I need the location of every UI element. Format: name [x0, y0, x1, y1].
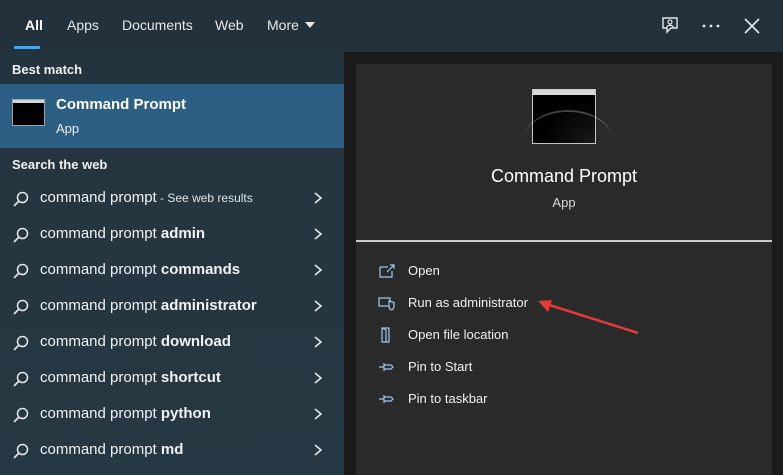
- result-query-base: command prompt: [40, 297, 161, 314]
- best-match-title: Command Prompt: [56, 96, 187, 113]
- search-icon: [13, 299, 29, 315]
- tab-apps[interactable]: Apps: [67, 0, 99, 52]
- web-result-text: command prompt shortcut: [40, 369, 221, 386]
- web-result-text: command prompt md: [40, 441, 183, 458]
- best-match-item[interactable]: Command Prompt App: [0, 84, 344, 148]
- pin-to-start-action[interactable]: Pin to Start: [356, 352, 772, 382]
- chevron-right-icon: [314, 300, 323, 312]
- result-query-completion: shortcut: [160, 369, 221, 386]
- tab-label: Documents: [122, 17, 193, 33]
- result-query-base: command prompt: [40, 225, 161, 242]
- search-web-heading: Search the web: [12, 157, 108, 172]
- web-result-text: command prompt download: [40, 333, 231, 350]
- result-query-base: command prompt: [40, 189, 157, 206]
- ellipsis-icon[interactable]: [698, 13, 724, 39]
- web-result-row[interactable]: command prompt admin: [0, 216, 344, 252]
- chevron-right-icon: [314, 228, 323, 240]
- action-label: Pin to taskbar: [408, 391, 488, 406]
- tab-documents[interactable]: Documents: [122, 0, 193, 52]
- search-icon: [13, 227, 29, 243]
- result-query-completion: python: [160, 405, 211, 422]
- best-match-subtitle: App: [56, 121, 80, 136]
- details-title: Command Prompt: [490, 166, 638, 186]
- chevron-right-icon: [314, 408, 323, 420]
- details-panel: Command Prompt App Open Run as administr…: [356, 64, 772, 475]
- chevron-right-icon: [314, 444, 323, 456]
- web-result-row[interactable]: command prompt administrator: [0, 288, 344, 324]
- terminal-icon: [523, 89, 613, 144]
- windows-search-window: All Apps Documents Web More Best match C…: [0, 0, 783, 475]
- search-icon: [13, 191, 29, 207]
- action-label: Run as administrator: [408, 295, 528, 310]
- results-panel: Best match Command Prompt App Search the…: [0, 52, 344, 475]
- chevron-down-icon: [304, 22, 315, 29]
- chevron-right-icon: [314, 192, 323, 204]
- terminal-icon: [12, 99, 45, 126]
- result-query-base: command prompt: [40, 441, 161, 458]
- search-tabs-bar: All Apps Documents Web More: [0, 0, 783, 53]
- search-icon: [13, 371, 29, 387]
- result-query-completion: admin: [160, 225, 206, 242]
- action-label: Pin to Start: [408, 359, 473, 374]
- result-query-suffix: - See web results: [156, 191, 253, 205]
- tab-all[interactable]: All: [25, 0, 43, 52]
- tab-label: Apps: [67, 17, 99, 33]
- tab-label: More: [267, 17, 299, 33]
- annotation-arrow-icon: [538, 300, 639, 335]
- web-result-text: command prompt python: [40, 405, 211, 422]
- web-result-row[interactable]: command prompt download: [0, 324, 344, 360]
- result-query-completion: administrator: [160, 297, 257, 314]
- chevron-right-icon: [314, 336, 323, 348]
- result-query-completion: commands: [160, 261, 241, 278]
- tab-web[interactable]: Web: [215, 0, 244, 52]
- pin-icon: [379, 395, 394, 403]
- web-result-text: command prompt admin: [40, 225, 205, 242]
- search-icon: [13, 407, 29, 423]
- web-result-text: command prompt administrator: [40, 297, 257, 314]
- web-result-row[interactable]: command prompt - See web results: [0, 180, 344, 216]
- search-icon: [13, 335, 29, 351]
- web-result-row[interactable]: command prompt commands: [0, 252, 344, 288]
- open-icon: [379, 264, 395, 278]
- details-subtitle: App: [552, 195, 576, 210]
- search-icon: [13, 263, 29, 279]
- feedback-icon[interactable]: [657, 13, 683, 39]
- best-match-heading: Best match: [12, 62, 83, 77]
- divider: [356, 240, 772, 242]
- chevron-right-icon: [314, 372, 323, 384]
- tab-more[interactable]: More: [267, 0, 315, 52]
- folder-icon: [381, 327, 390, 343]
- tab-label: All: [25, 17, 43, 33]
- web-result-row[interactable]: command prompt md: [0, 432, 344, 468]
- result-query-completion: download: [160, 333, 231, 350]
- chevron-right-icon: [314, 264, 323, 276]
- web-result-row[interactable]: command prompt python: [0, 396, 344, 432]
- web-result-text: command prompt - See web results: [40, 189, 253, 206]
- result-query-completion: md: [160, 441, 184, 458]
- shield-icon: [378, 297, 395, 311]
- close-icon[interactable]: [739, 13, 765, 39]
- web-result-row[interactable]: command prompt shortcut: [0, 360, 344, 396]
- action-label: Open: [408, 263, 440, 278]
- active-tab-indicator: [14, 46, 40, 49]
- pin-to-taskbar-action[interactable]: Pin to taskbar: [356, 384, 772, 414]
- tab-label: Web: [215, 17, 244, 33]
- action-label: Open file location: [408, 327, 509, 342]
- result-query-base: command prompt: [40, 369, 161, 386]
- search-icon: [13, 443, 29, 459]
- result-query-base: command prompt: [40, 405, 161, 422]
- open-action[interactable]: Open: [356, 256, 772, 286]
- pin-icon: [379, 363, 394, 371]
- web-result-text: command prompt commands: [40, 261, 240, 278]
- result-query-base: command prompt: [40, 333, 161, 350]
- result-query-base: command prompt: [40, 261, 161, 278]
